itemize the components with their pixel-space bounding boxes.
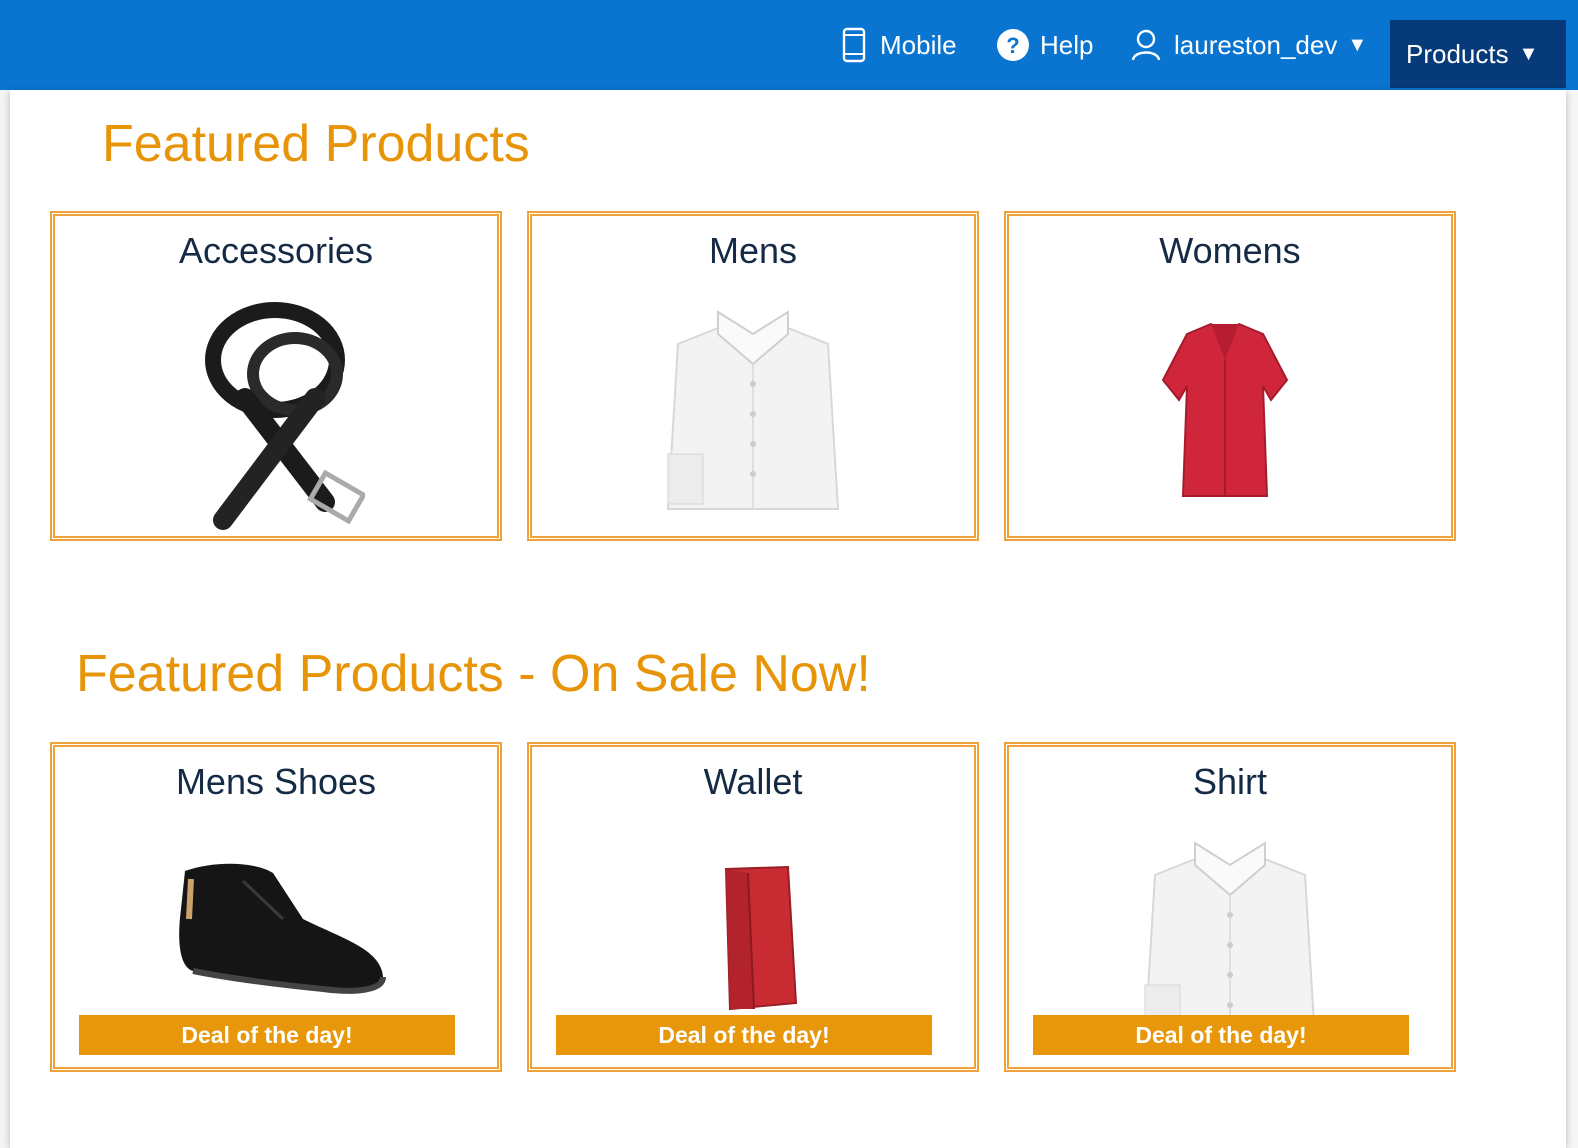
wallet-image <box>724 865 798 1011</box>
card-wallet[interactable]: Wallet Deal of the day! <box>527 742 979 1072</box>
user-label: laureston_dev <box>1174 29 1338 60</box>
card-mens[interactable]: Mens <box>527 211 979 541</box>
deal-of-the-day-banner: Deal of the day! <box>556 1015 932 1055</box>
products-label: Products <box>1406 38 1509 69</box>
top-navigation-bar: Mobile ? Help laureston_dev ▼ Products ▼ <box>0 0 1578 90</box>
card-mens-shoes[interactable]: Mens Shoes Deal of the day! <box>50 742 502 1072</box>
products-dropdown-panel: Featured Products Accessories Mens Women… <box>10 90 1566 1148</box>
card-accessories[interactable]: Accessories <box>50 211 502 541</box>
mobile-label: Mobile <box>880 29 957 60</box>
white-shirt-image <box>666 310 840 510</box>
help-question-icon: ? <box>996 28 1030 62</box>
card-title: Accessories <box>178 230 374 271</box>
featured-products-title: Featured Products <box>102 115 530 173</box>
deal-of-the-day-banner: Deal of the day! <box>79 1015 455 1055</box>
user-person-icon <box>1130 28 1162 62</box>
card-shirt[interactable]: Shirt Deal of the day! <box>1004 742 1456 1072</box>
help-label: Help <box>1040 29 1094 60</box>
user-menu[interactable]: laureston_dev ▼ <box>1130 0 1367 90</box>
shoe-image <box>179 863 386 994</box>
deal-of-the-day-banner: Deal of the day! <box>1033 1015 1409 1055</box>
svg-text:?: ? <box>1006 33 1019 58</box>
card-title: Mens <box>708 230 798 271</box>
background-page-edge-right <box>1566 90 1578 1148</box>
belt-image <box>205 302 365 530</box>
chevron-down-icon: ▼ <box>1347 33 1368 56</box>
help-link[interactable]: ? Help <box>996 0 1093 90</box>
card-title: Womens <box>1159 230 1301 271</box>
card-title: Shirt <box>1192 761 1268 802</box>
card-title: Wallet <box>703 761 803 802</box>
products-menu-button[interactable]: Products ▼ <box>1390 20 1566 88</box>
card-womens[interactable]: Womens <box>1004 211 1456 541</box>
red-blouse-image <box>1161 322 1289 497</box>
mobile-phone-icon <box>842 27 866 63</box>
card-title: Mens Shoes <box>175 761 377 802</box>
mobile-link[interactable]: Mobile <box>842 0 957 90</box>
chevron-down-icon: ▼ <box>1518 42 1539 65</box>
sale-products-title: Featured Products - On Sale Now! <box>76 645 871 703</box>
